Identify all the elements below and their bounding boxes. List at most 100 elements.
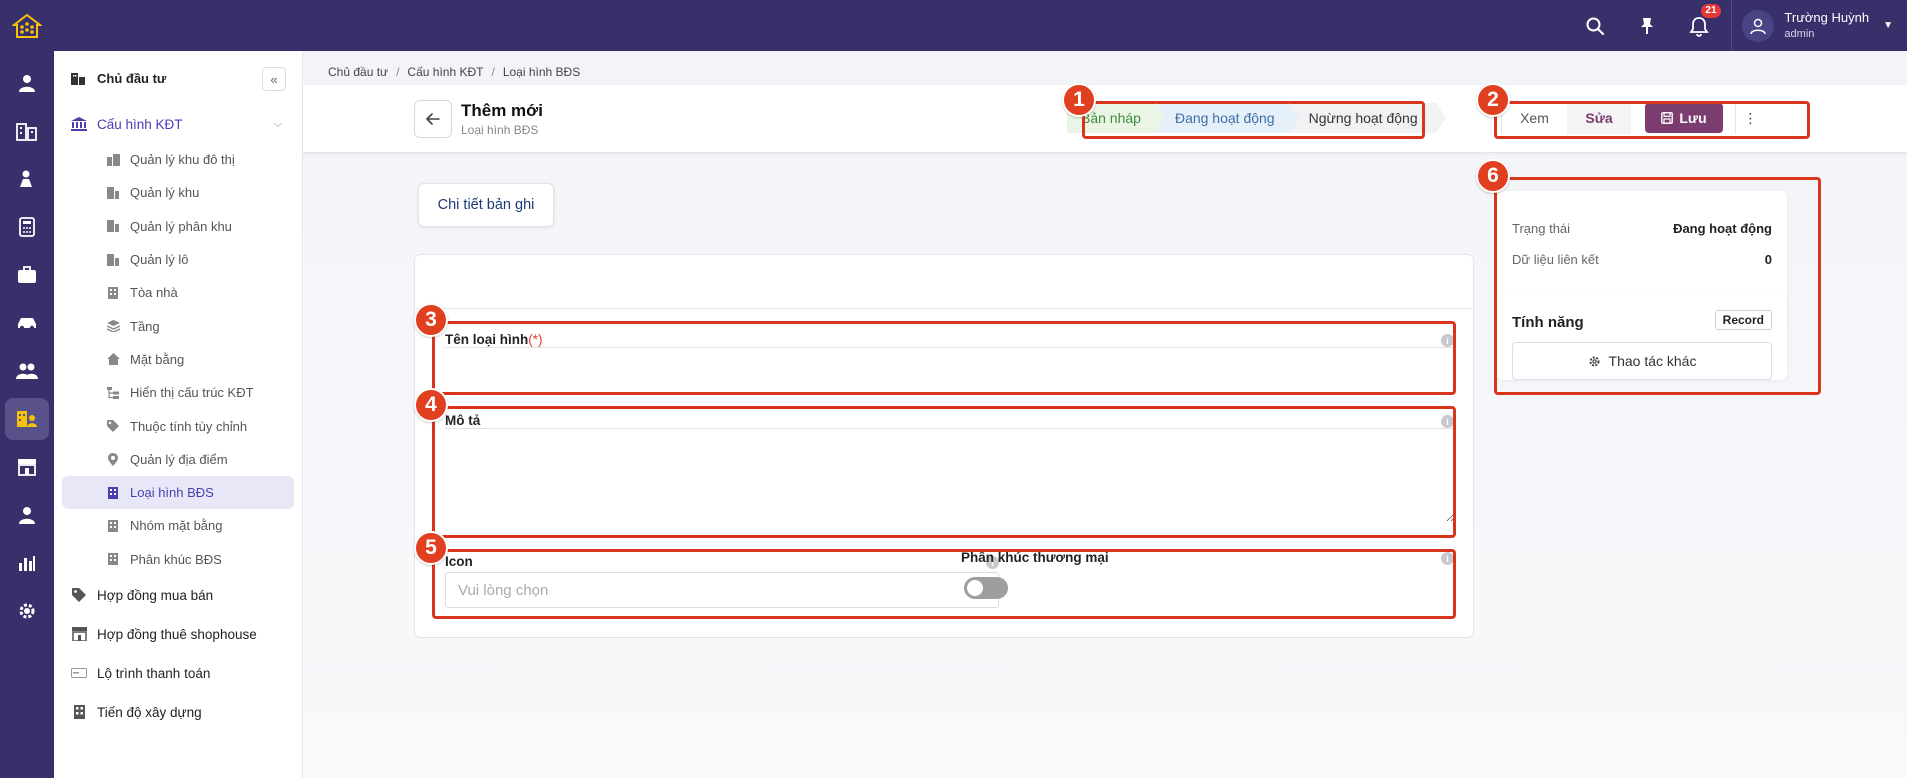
rail-real-estate-icon[interactable] [0,395,54,443]
tag-icon [71,588,87,603]
other-actions-label: Thao tác khác [1608,353,1697,369]
rail-settings-icon[interactable] [0,587,54,635]
form-header [415,255,1473,309]
sidebar-item-quan-ly-lo[interactable]: Quản lý lô [62,243,294,276]
annotation-badge-1: 1 [1062,83,1096,117]
sidebar-item-tien-do-xay-dung[interactable]: Tiến độ xây dựng [54,693,302,732]
sidebar-item-quan-ly-khu[interactable]: Quản lý khu [62,176,294,209]
other-actions-button[interactable]: Thao tác khác [1512,342,1772,380]
rail-group-icon[interactable] [0,347,54,395]
top-bar: 21 Trường Huỳnh admin ▼ [0,0,1907,51]
status-steps: Bản nháp Đang hoạt động Ngừng hoạt động [1067,103,1446,133]
app-logo[interactable] [0,0,54,51]
rail-chart-icon[interactable] [0,539,54,587]
rail-buildings-icon[interactable] [0,107,54,155]
sidebar-item-mat-bang[interactable]: Mặt bằng [62,343,294,376]
sidebar-item-quan-ly-phan-khu[interactable]: Quản lý phân khu [62,210,294,243]
sidebar-item-hien-thi-cau-truc-kdt[interactable]: Hiển thị cấu trúc KĐT [62,376,294,409]
linked-data-value: 0 [1764,252,1772,267]
breadcrumb-item[interactable]: Chủ đầu tư [328,65,388,79]
commercial-segment-label: Phân khúc thương mại [961,550,1109,565]
search-icon[interactable] [1569,0,1621,51]
sidebar: Chủ đầu tư « Cấu hình KĐT ⌵ Quản lý khu … [54,51,303,778]
sidebar-item-phan-khuc-bds[interactable]: Phân khúc BĐS [62,543,294,576]
user-icon [1750,18,1767,34]
notification-bell-icon[interactable]: 21 [1673,0,1725,51]
rail-store-icon[interactable] [0,443,54,491]
sidebar-item-quan-ly-khu-do-thi[interactable]: Quản lý khu đô thị [62,143,294,176]
tag-icon [106,420,120,433]
avatar [1742,9,1775,42]
save-button-label: Lưu [1679,110,1707,126]
sidebar-item-lo-trinh-thanh-toan[interactable]: Lộ trình thanh toán [54,654,302,693]
store-icon [71,627,87,642]
tower-icon [106,486,120,499]
icon-field-label: Icon [445,554,473,569]
view-button[interactable]: Xem [1501,102,1567,134]
home-icon [106,353,120,366]
tower-icon [71,705,87,720]
rail-user-icon[interactable] [0,59,54,107]
description-field-label: Mô tả [445,413,481,428]
breadcrumb: Chủ đầu tư / Cấu hình KĐT / Loại hình BĐ… [328,65,581,79]
save-button[interactable]: Lưu [1645,103,1723,133]
breadcrumb-item[interactable]: Cấu hình KĐT [407,65,483,79]
sidebar-item-thuoc-tinh-tuy-chinh[interactable]: Thuộc tính tùy chỉnh [62,409,294,442]
chevron-down-icon: ⌵ [273,117,282,130]
annotation-badge-4: 4 [414,388,448,422]
info-icon[interactable]: i [1441,552,1454,565]
rail-briefcase-icon[interactable] [0,251,54,299]
icon-select-placeholder: Vui lòng chọn [458,581,549,599]
floppy-disk-icon [1661,112,1674,124]
status-step-active[interactable]: Đang hoạt động [1154,103,1299,133]
user-menu[interactable]: Trường Huỳnh admin ▼ [1731,0,1907,51]
notification-badge: 21 [1701,4,1721,18]
sidebar-item-quan-ly-dia-diem[interactable]: Quản lý địa điểm [62,443,294,476]
name-input[interactable] [445,347,1455,379]
info-icon[interactable]: i [1441,334,1454,347]
rail-person-icon[interactable] [0,491,54,539]
description-textarea[interactable] [445,428,1455,522]
location-pin-icon [106,452,120,466]
info-icon[interactable]: i [1441,415,1454,428]
tab-record-detail[interactable]: Chi tiết bản ghi [418,183,554,227]
pin-icon[interactable] [1621,0,1673,51]
rail-calculator-icon[interactable] [0,203,54,251]
icon-select[interactable]: Vui lòng chọn [445,572,999,608]
form-card: Tên loại hình(*) i Mô tả i Icon i Vui lò… [414,254,1474,638]
action-bar: Xem Sửa Lưu ⋮ [1501,102,1765,134]
tree-structure-icon [106,386,120,399]
payment-icon [71,668,87,679]
annotation-badge-2: 2 [1476,83,1510,117]
building-icon [106,186,120,199]
rail-agent-icon[interactable] [0,155,54,203]
edit-button[interactable]: Sửa [1567,102,1631,134]
commercial-segment-toggle[interactable] [964,577,1008,599]
more-options-button[interactable]: ⋮ [1735,102,1765,134]
status-value: Đang hoạt động [1673,221,1772,236]
sidebar-item-nhom-mat-bang[interactable]: Nhóm mặt bằng [62,509,294,542]
investor-icon [71,71,87,85]
building-icon [106,253,120,266]
name-field-label: Tên loại hình(*) [445,332,543,347]
status-key: Trạng thái [1512,221,1571,236]
bank-icon [71,117,87,131]
sidebar-item-loai-hinh-bds[interactable]: Loại hình BĐS [62,475,294,510]
collapse-sidebar-button[interactable]: « [262,67,286,91]
sidebar-item-toa-nha[interactable]: Tòa nhà [62,276,294,309]
rail-car-icon[interactable] [0,299,54,347]
sidebar-item-tang[interactable]: Tầng [62,309,294,342]
city-icon [106,153,120,166]
status-step-inactive[interactable]: Ngừng hoạt động [1288,103,1446,133]
sidebar-group-label: Cấu hình KĐT [97,116,183,132]
features-title: Tính năng [1512,314,1584,331]
sidebar-group-cau-hinh-kdt[interactable]: Cấu hình KĐT ⌵ [54,105,302,143]
page-subtitle: Loại hình BĐS [461,123,539,137]
required-mark: (*) [528,332,543,347]
sidebar-item-hop-dong-thue-shophouse[interactable]: Hợp đồng thuê shophouse [54,615,302,654]
back-button[interactable] [414,100,452,138]
sidebar-header[interactable]: Chủ đầu tư [97,71,166,86]
page-title: Thêm mới [461,101,543,120]
tower-icon [106,553,120,566]
sidebar-item-hop-dong-mua-ban[interactable]: Hợp đồng mua bán [54,576,302,615]
